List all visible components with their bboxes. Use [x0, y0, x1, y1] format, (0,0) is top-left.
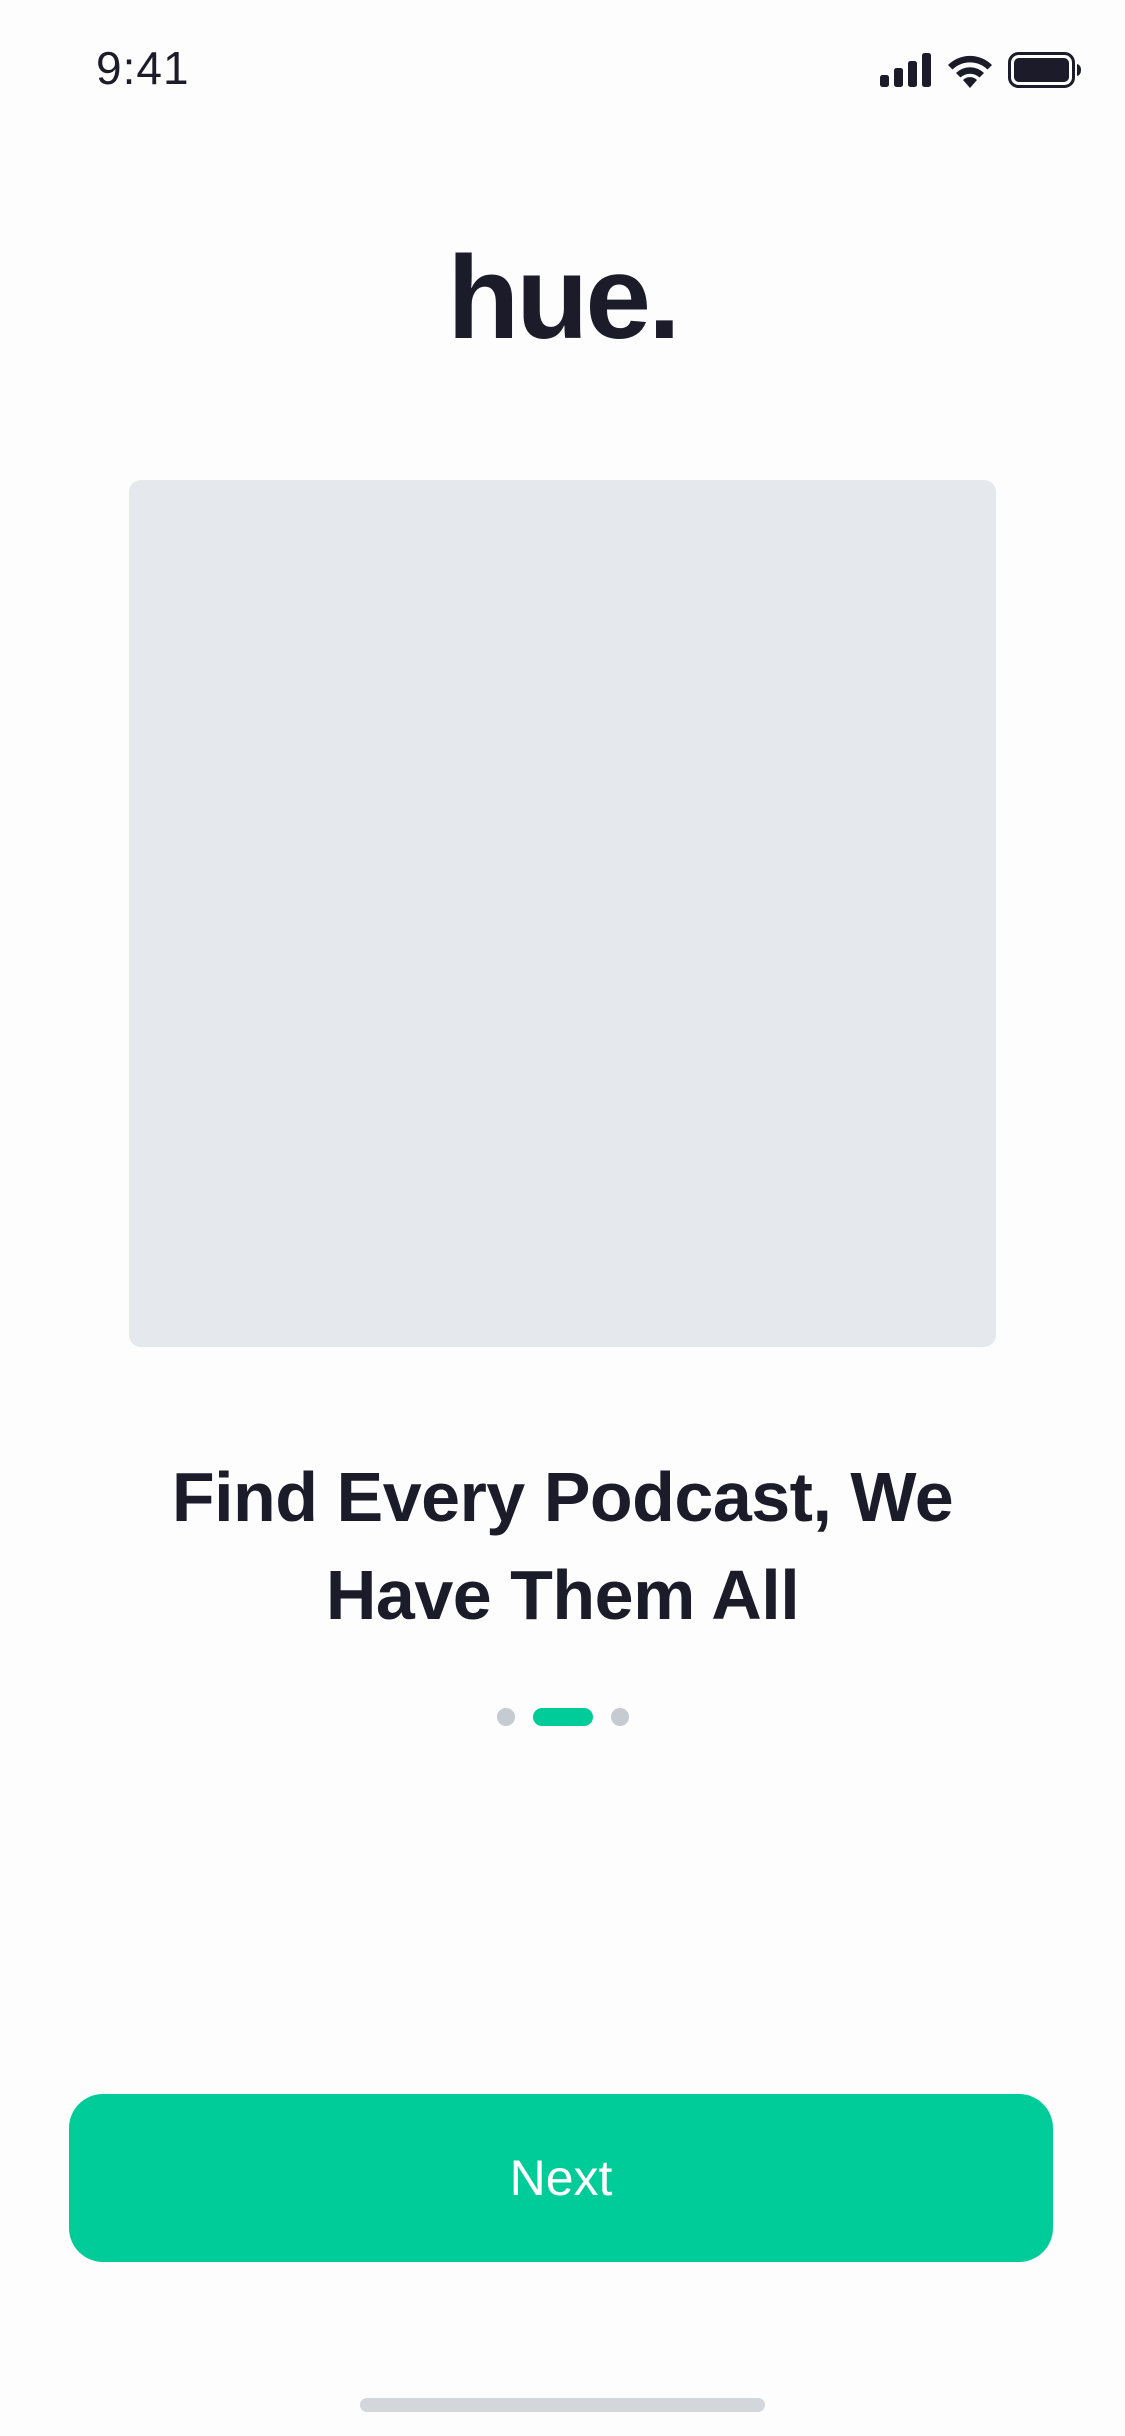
status-icons [880, 50, 1082, 90]
page-dot-3 [610, 1708, 629, 1726]
onboarding-illustration [129, 480, 996, 1347]
page-dot-1 [496, 1708, 515, 1726]
app-logo: hue. [447, 232, 681, 364]
wifi-icon [946, 52, 994, 88]
battery-icon [1008, 52, 1082, 88]
next-button[interactable]: Next [69, 2094, 1053, 2262]
home-indicator[interactable] [360, 2398, 765, 2412]
status-bar: 9:41 [0, 0, 1125, 135]
page-indicator [0, 1707, 1125, 1727]
cellular-signal-icon [880, 53, 932, 87]
page-dot-2-active [532, 1708, 593, 1726]
status-time: 9:41 [96, 42, 190, 94]
onboarding-headline: Find Every Podcast, We Have Them All [171, 1458, 954, 1634]
